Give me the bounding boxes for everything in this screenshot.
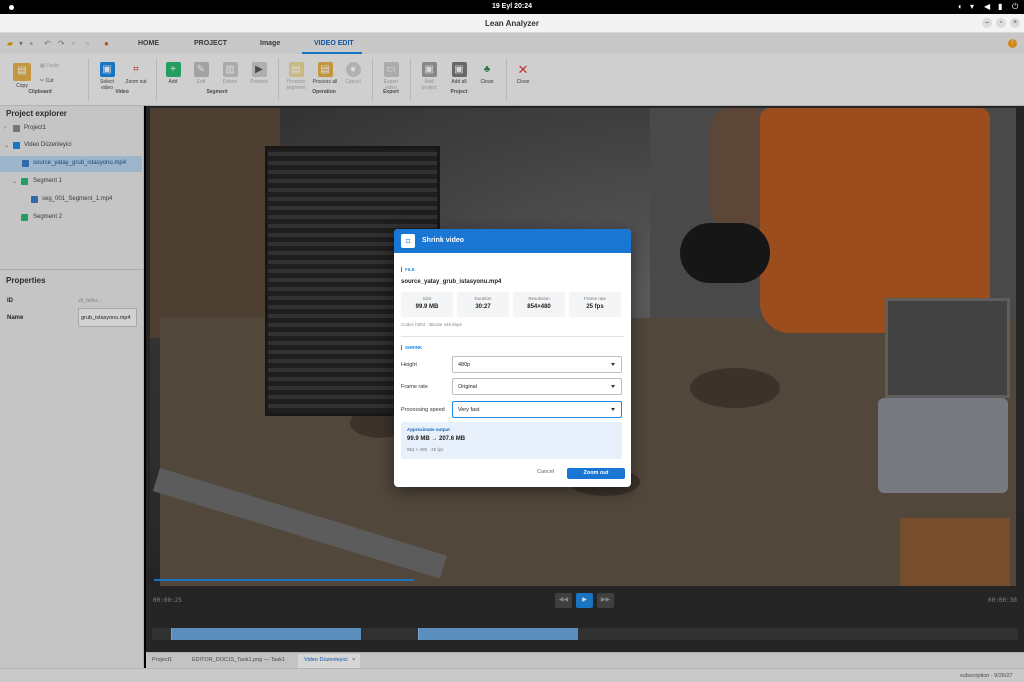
crop-icon: ⌗ [401, 234, 415, 248]
file-section-label: FILE [401, 267, 415, 272]
section-divider [401, 336, 624, 337]
processing-speed-value: Very fast [458, 407, 480, 413]
stat-value: 99.9 MB [415, 304, 439, 310]
approx-label: Approximate output [407, 427, 450, 432]
stat-label: Size [422, 296, 432, 301]
dialog-title: Shrink video [422, 237, 465, 244]
stat-label: Duration [474, 296, 492, 301]
window-titlebar: Lean Analyzer – ▫ × [0, 14, 1024, 33]
chevron-down-icon [611, 363, 615, 366]
battery-icon[interactable]: ▮ [998, 2, 1002, 11]
chevron-down-icon [611, 385, 615, 388]
stat-value: 854×480 [527, 304, 551, 310]
shrink-video-dialog: ⌗ Shrink video FILE source_yatay_grub_is… [394, 229, 631, 487]
approx-value: 99.9 MB → 207.6 MB [407, 436, 466, 442]
stat-resolution: Resolution 854×480 [513, 292, 565, 317]
height-select[interactable]: 480p [452, 356, 622, 373]
frame-rate-select[interactable]: Original [452, 378, 622, 395]
minimize-button[interactable]: – [982, 18, 992, 28]
approximate-output-box: Approximate output 99.9 MB → 207.6 MB 85… [401, 422, 622, 459]
stat-duration: Duration 30:27 [457, 292, 509, 317]
window-title: Lean Analyzer [485, 19, 539, 28]
close-window-button[interactable]: × [1010, 18, 1020, 28]
power-icon[interactable]: ⏻ [1012, 2, 1018, 12]
zoom-out-button[interactable]: Zoom out [567, 468, 625, 479]
file-name: source_yatay_grub_istasyonu.mp4 [401, 279, 502, 285]
frame-rate-label: Frame rate [401, 384, 428, 390]
height-label: Height [401, 362, 417, 368]
wifi-icon[interactable]: ▾ [970, 2, 974, 11]
frame-rate-value: Original [458, 384, 477, 390]
approx-detail: 854 × 480 · 25 fps [407, 447, 444, 452]
maximize-button[interactable]: ▫ [996, 18, 1006, 28]
codec-info: Codec h264 · Bitrate 446 kbps [401, 322, 462, 327]
processing-speed-label: Processing speed [401, 407, 445, 413]
stat-frame-rate: Frame rate 25 fps [569, 292, 621, 317]
cancel-button[interactable]: Cancel [537, 469, 554, 475]
stat-size: Size 99.9 MB [401, 292, 453, 317]
shrink-section-label: SHRINK [401, 345, 422, 350]
network-icon[interactable]: ◐ [958, 2, 963, 11]
processing-speed-select[interactable]: Very fast [452, 401, 622, 418]
stat-label: Frame rate [583, 296, 606, 301]
volume-icon[interactable]: ◀ [984, 2, 990, 11]
stat-value: 30:27 [475, 304, 491, 310]
dialog-header: ⌗ Shrink video [394, 229, 631, 253]
stat-label: Resolution [528, 296, 550, 301]
chevron-down-icon [611, 408, 615, 411]
system-bar: 19 Eyl 20:24 ◐ ▾ ◀ ▮ ⏻ [0, 0, 1024, 14]
height-value: 480p [458, 362, 471, 368]
stat-value: 25 fps [586, 304, 604, 310]
system-clock[interactable]: 19 Eyl 20:24 [0, 3, 1024, 10]
